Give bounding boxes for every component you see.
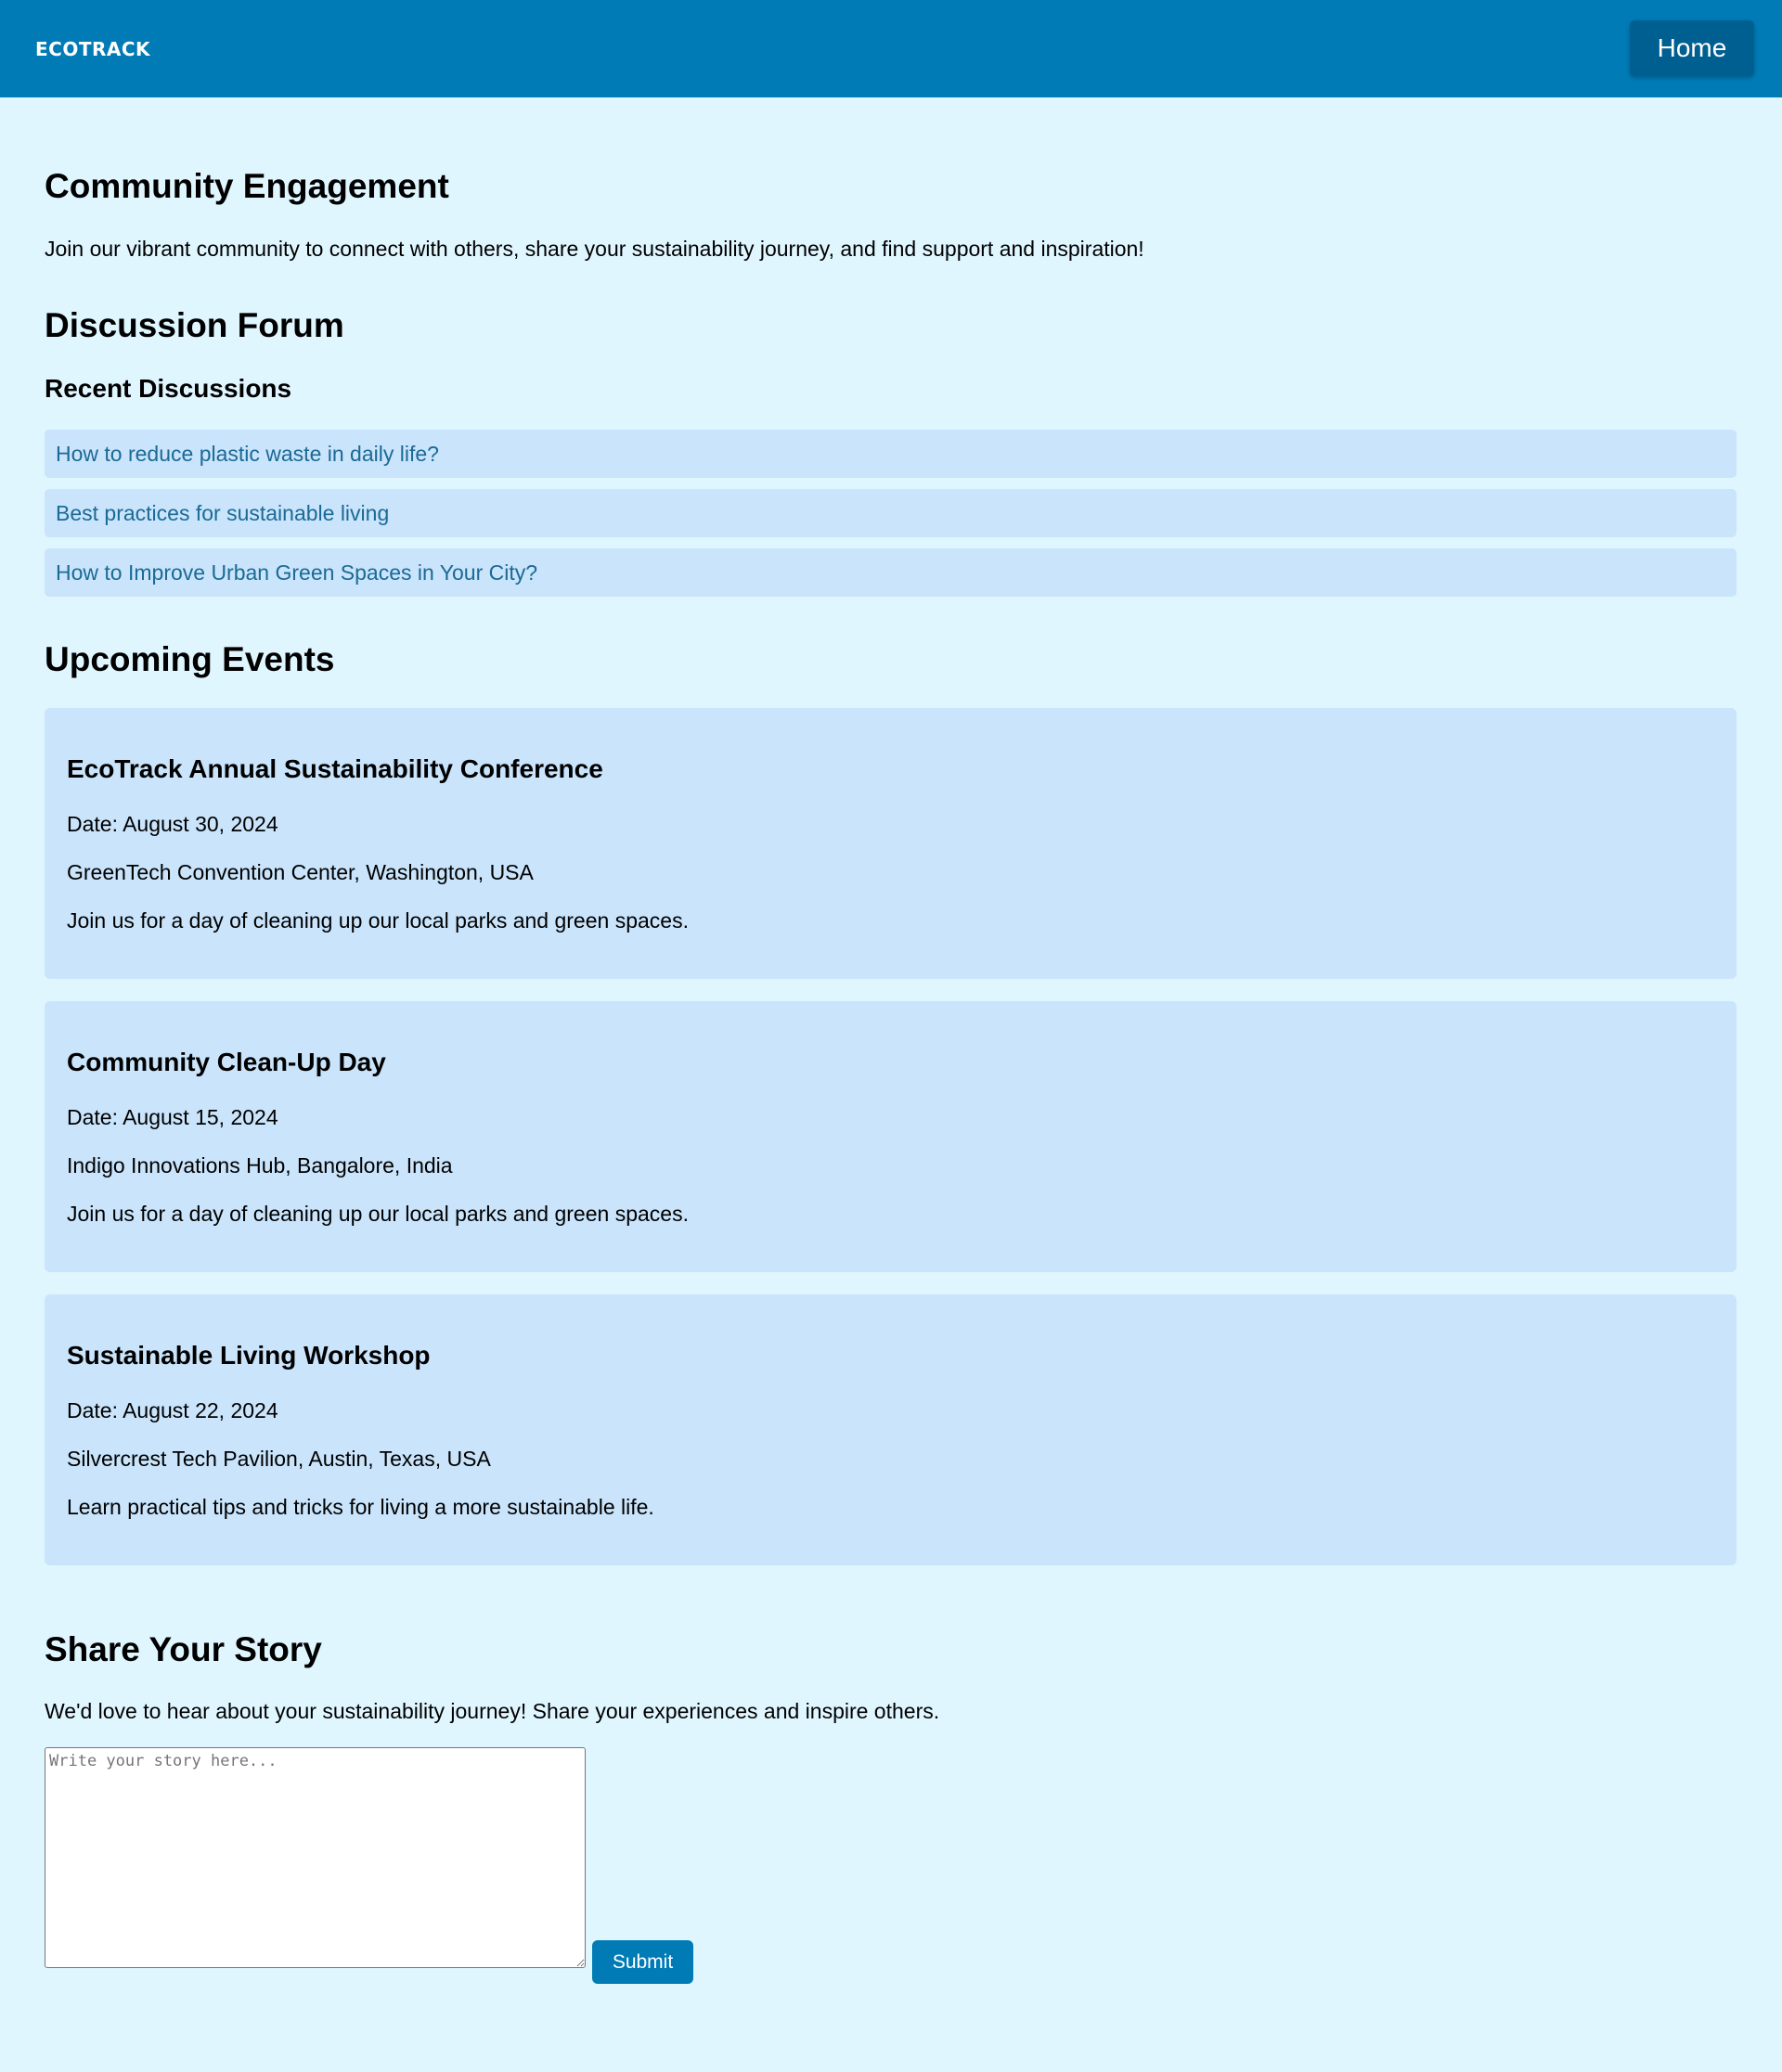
- forum-title: Discussion Forum: [45, 306, 344, 344]
- event-date: Date: August 15, 2024: [67, 1105, 278, 1129]
- event-card: Sustainable Living Workshop Date: August…: [45, 1294, 1737, 1565]
- event-date: Date: August 30, 2024: [67, 812, 278, 836]
- event-name: EcoTrack Annual Sustainability Conferenc…: [67, 754, 603, 783]
- story-intro: We'd love to hear about your sustainabil…: [45, 1699, 940, 1723]
- event-card: EcoTrack Annual Sustainability Conferenc…: [45, 708, 1737, 979]
- recent-discussions-title: Recent Discussions: [45, 374, 292, 403]
- discussion-link[interactable]: How to reduce plastic waste in daily lif…: [45, 430, 1737, 478]
- discussion-link[interactable]: Best practices for sustainable living: [45, 489, 1737, 537]
- home-button[interactable]: Home: [1630, 20, 1754, 76]
- submit-button[interactable]: Submit: [592, 1940, 693, 1984]
- event-description: Join us for a day of cleaning up our loc…: [67, 908, 689, 933]
- site-header: ECOTRACK Home: [0, 0, 1782, 97]
- event-description: Join us for a day of cleaning up our loc…: [67, 1202, 689, 1226]
- event-date: Date: August 22, 2024: [67, 1398, 278, 1422]
- community-title: Community Engagement: [45, 167, 449, 205]
- event-name: Community Clean-Up Day: [67, 1048, 386, 1076]
- event-card: Community Clean-Up Day Date: August 15, …: [45, 1001, 1737, 1272]
- event-name: Sustainable Living Workshop: [67, 1341, 431, 1370]
- event-description: Learn practical tips and tricks for livi…: [67, 1495, 654, 1519]
- event-location: Indigo Innovations Hub, Bangalore, India: [67, 1153, 453, 1178]
- event-location: GreenTech Convention Center, Washington,…: [67, 860, 534, 884]
- story-title: Share Your Story: [45, 1630, 322, 1668]
- story-textarea[interactable]: [45, 1747, 586, 1968]
- site-logo[interactable]: ECOTRACK: [35, 0, 150, 97]
- community-intro: Join our vibrant community to connect wi…: [45, 237, 1144, 261]
- events-title: Upcoming Events: [45, 640, 335, 678]
- discussion-link[interactable]: How to Improve Urban Green Spaces in You…: [45, 548, 1737, 597]
- event-location: Silvercrest Tech Pavilion, Austin, Texas…: [67, 1447, 491, 1471]
